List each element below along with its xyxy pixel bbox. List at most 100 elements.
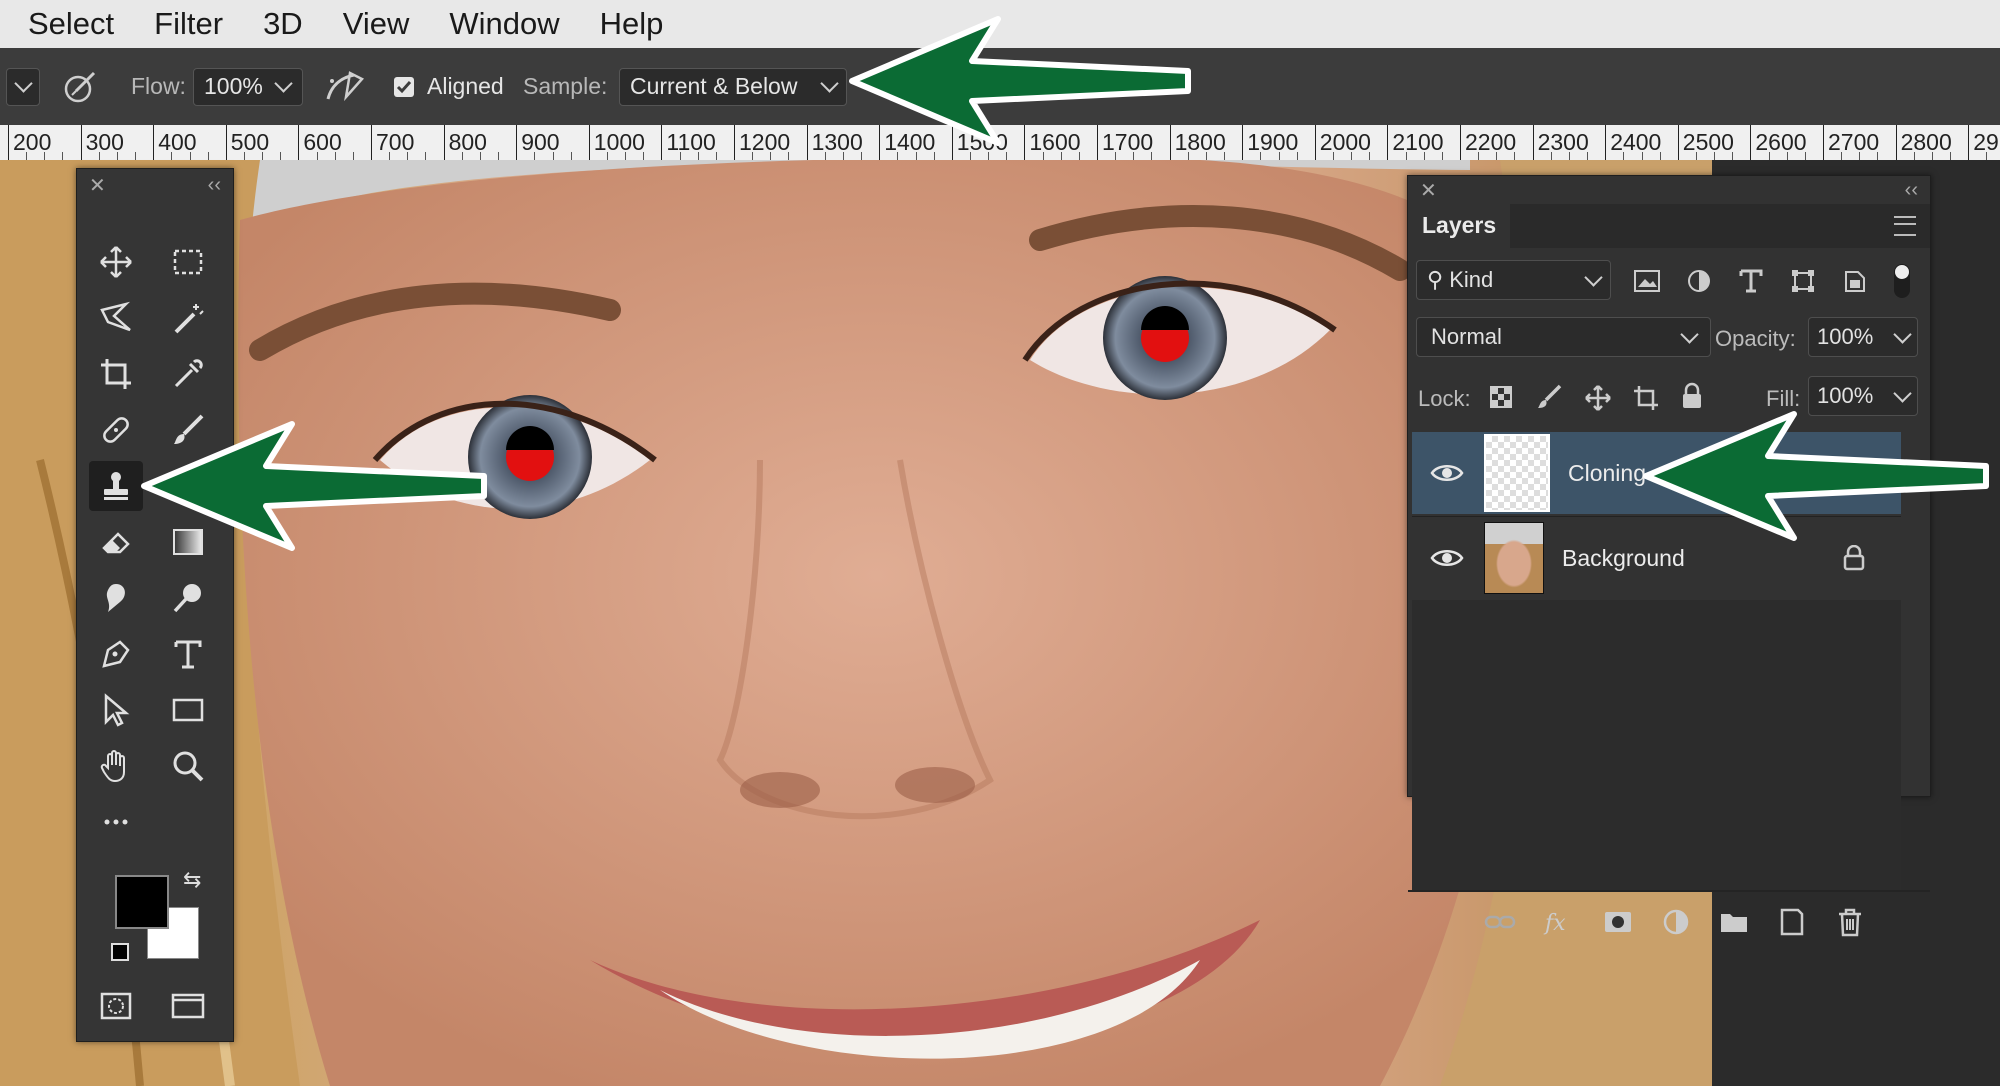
opacity-input[interactable]: 100% xyxy=(1808,317,1918,357)
clone-stamp-tool[interactable] xyxy=(89,461,143,511)
screen-mode-button[interactable] xyxy=(161,981,215,1031)
more-tools-button[interactable] xyxy=(89,797,143,847)
healing-brush-tool[interactable] xyxy=(89,405,143,455)
ruler-minor-tick xyxy=(1514,152,1516,160)
ruler-label: 2700 xyxy=(1828,129,1880,155)
lock-image-pixels-icon[interactable] xyxy=(1536,384,1562,410)
ruler-label: 2200 xyxy=(1465,129,1517,155)
rectangle-tool[interactable] xyxy=(161,685,215,735)
airbrush-icon[interactable] xyxy=(324,48,366,125)
ruler-minor-tick xyxy=(498,152,500,160)
ruler-minor-tick xyxy=(933,152,935,160)
adjustment-layer-icon[interactable] xyxy=(1660,906,1692,938)
quick-mask-button[interactable] xyxy=(89,981,143,1031)
menu-filter[interactable]: Filter xyxy=(154,6,223,42)
ruler-tick: 29 xyxy=(1968,125,1999,160)
ruler-minor-tick xyxy=(1260,152,1262,160)
menu-window[interactable]: Window xyxy=(449,6,559,42)
menu-select[interactable]: Select xyxy=(28,6,114,42)
aligned-checkbox[interactable]: Aligned xyxy=(393,48,504,125)
new-layer-icon[interactable] xyxy=(1776,906,1808,938)
ruler-tick: 2200 xyxy=(1460,125,1516,160)
ruler-minor-tick xyxy=(352,152,354,160)
foreground-color-swatch[interactable] xyxy=(115,875,169,929)
ruler-minor-tick xyxy=(1423,152,1425,160)
chevron-down-icon xyxy=(820,74,839,93)
swap-colors-icon[interactable]: ⇆ xyxy=(183,867,201,893)
lock-position-icon[interactable] xyxy=(1584,384,1612,412)
sample-value: Current & Below xyxy=(630,73,798,99)
more-tools-icon xyxy=(104,819,128,825)
collapse-icon[interactable]: ‹‹ xyxy=(1905,179,1918,202)
layer-thumbnail-portrait[interactable] xyxy=(1484,522,1544,594)
ruler-minor-tick xyxy=(1986,152,1988,160)
panel-menu-icon[interactable] xyxy=(1894,216,1916,236)
path-selection-tool[interactable] xyxy=(89,685,143,735)
smart-object-filter-icon[interactable] xyxy=(1842,268,1868,294)
layer-name-cloning[interactable]: Cloning xyxy=(1568,460,1646,487)
link-layers-icon[interactable] xyxy=(1484,906,1516,938)
ruler-minor-tick xyxy=(1006,152,1008,160)
annotation-arrow-sample xyxy=(849,16,1191,146)
marquee-tool[interactable] xyxy=(161,237,215,287)
tools-panel: ✕ ‹‹ ⇆ xyxy=(76,168,234,1042)
shape-filter-icon[interactable] xyxy=(1790,268,1816,294)
ruler-minor-tick xyxy=(316,152,318,160)
fill-label: Fill: xyxy=(1766,386,1801,411)
flow-dropdown[interactable] xyxy=(274,48,293,125)
pen-tool[interactable] xyxy=(89,629,143,679)
ruler-label: 2600 xyxy=(1755,129,1807,155)
menu-help[interactable]: Help xyxy=(600,6,664,42)
ruler-minor-tick xyxy=(1859,152,1861,160)
airbrush-pressure-icon[interactable] xyxy=(60,48,100,125)
layer-thumbnail-transparent[interactable] xyxy=(1484,434,1550,512)
magic-wand-tool[interactable] xyxy=(161,293,215,343)
ruler-minor-tick xyxy=(1369,152,1371,160)
type-filter-icon[interactable] xyxy=(1738,268,1764,294)
filter-kind-dropdown[interactable]: ⚲ Kind xyxy=(1416,260,1611,300)
eraser-tool[interactable] xyxy=(89,517,143,567)
ruler-label: 200 xyxy=(13,129,52,155)
delete-layer-icon[interactable] xyxy=(1834,906,1866,938)
zoom-icon xyxy=(173,751,204,782)
lock-artboard-icon[interactable] xyxy=(1632,384,1660,412)
zoom-tool[interactable] xyxy=(161,741,215,791)
ruler-minor-tick xyxy=(243,152,245,160)
tab-layers[interactable]: Layers xyxy=(1408,204,1511,248)
eyedropper-tool[interactable] xyxy=(161,349,215,399)
dodge-tool[interactable] xyxy=(161,573,215,623)
blend-mode-dropdown[interactable]: Normal xyxy=(1416,317,1711,357)
lock-all-icon[interactable] xyxy=(1680,382,1704,410)
eye-icon[interactable] xyxy=(1430,463,1464,483)
ruler-label: 1100 xyxy=(666,129,716,155)
type-tool[interactable] xyxy=(161,629,215,679)
sample-dropdown[interactable]: Current & Below xyxy=(619,67,847,106)
close-icon[interactable]: ✕ xyxy=(89,173,106,198)
adjustment-filter-icon[interactable] xyxy=(1686,268,1712,294)
lasso-tool[interactable] xyxy=(89,293,143,343)
dodge-icon xyxy=(173,584,201,613)
blur-tool[interactable] xyxy=(89,573,143,623)
new-group-icon[interactable] xyxy=(1718,906,1750,938)
ruler-minor-tick xyxy=(1205,152,1207,160)
add-mask-icon[interactable] xyxy=(1602,906,1634,938)
ruler-minor-tick xyxy=(44,152,46,160)
close-icon[interactable]: ✕ xyxy=(1420,178,1437,203)
crop-tool[interactable] xyxy=(89,349,143,399)
hand-tool[interactable] xyxy=(89,741,143,791)
ruler-minor-tick xyxy=(915,152,917,160)
marquee-icon xyxy=(173,249,203,275)
menu-3d[interactable]: 3D xyxy=(263,6,303,42)
tool-preset-picker[interactable] xyxy=(6,48,40,125)
collapse-icon[interactable]: ‹‹ xyxy=(208,174,221,197)
pixel-layer-filter-icon[interactable] xyxy=(1633,268,1661,294)
menu-view[interactable]: View xyxy=(343,6,410,42)
filter-toggle[interactable] xyxy=(1894,264,1910,298)
layer-name-background[interactable]: Background xyxy=(1562,545,1685,572)
svg-text:fx: fx xyxy=(1543,911,1566,936)
layer-style-fx-icon[interactable]: fx xyxy=(1542,906,1574,938)
lock-transparent-pixels-icon[interactable] xyxy=(1488,384,1514,410)
move-tool[interactable] xyxy=(89,237,143,287)
eye-icon[interactable] xyxy=(1430,548,1464,568)
default-colors-icon[interactable] xyxy=(111,943,129,961)
